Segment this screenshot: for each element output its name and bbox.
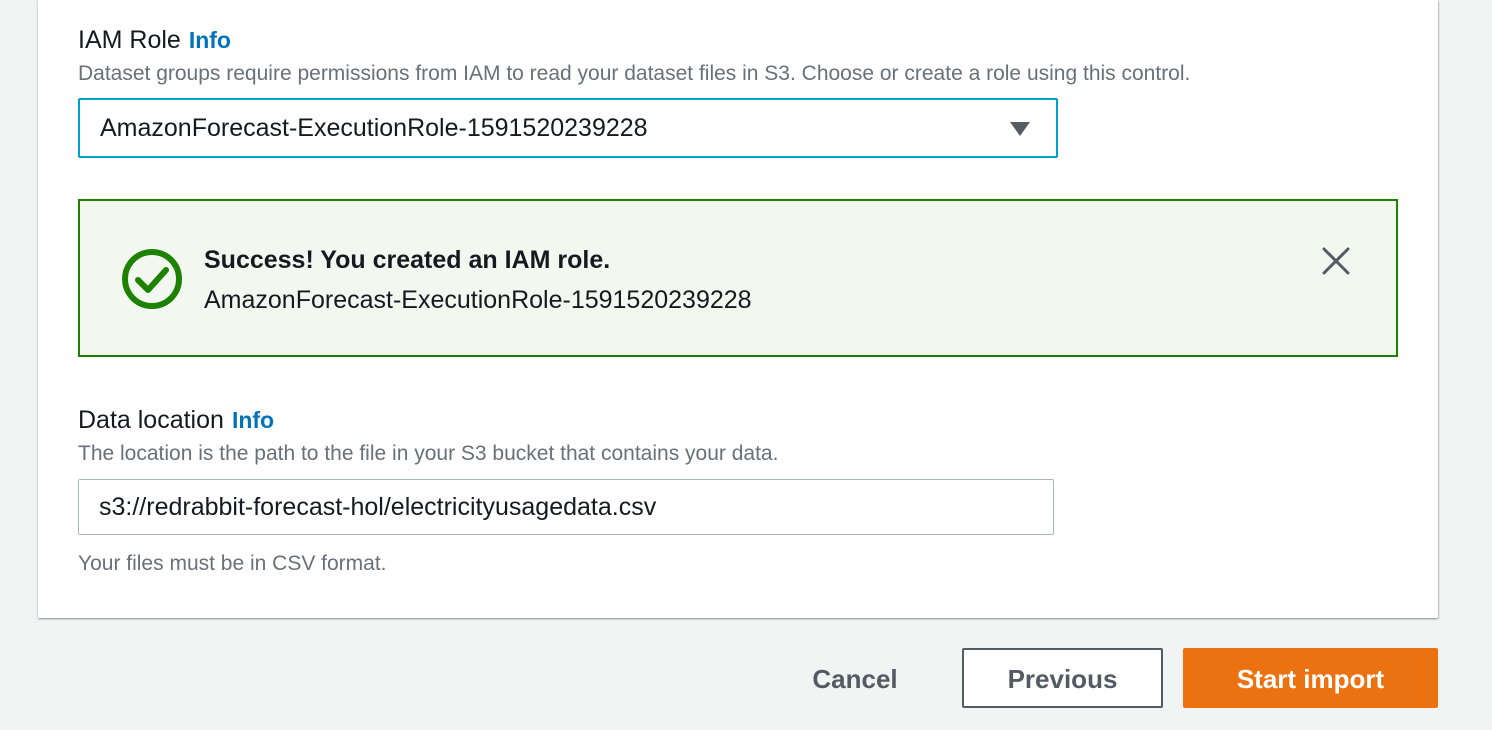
form-panel: IAM Role Info Dataset groups require perm…	[38, 0, 1438, 618]
data-location-input[interactable]	[78, 479, 1054, 535]
caret-down-icon	[1010, 122, 1030, 136]
iam-role-label: IAM Role Info	[78, 25, 231, 55]
iam-role-description: Dataset groups require permissions from …	[78, 62, 1191, 85]
data-location-info-link[interactable]: Info	[232, 407, 274, 433]
start-import-button[interactable]: Start import	[1183, 648, 1438, 708]
check-circle-icon	[122, 249, 182, 309]
close-icon[interactable]	[1320, 245, 1352, 277]
data-location-label-text: Data location	[78, 406, 224, 434]
iam-role-selected-value: AmazonForecast-ExecutionRole-15915202392…	[100, 114, 648, 142]
data-location-hint: Your files must be in CSV format.	[78, 552, 387, 575]
data-location-label: Data location Info	[78, 405, 274, 435]
iam-role-label-text: IAM Role	[78, 26, 181, 54]
success-flash: Success! You created an IAM role. Amazon…	[78, 199, 1398, 357]
previous-button[interactable]: Previous	[962, 648, 1163, 708]
iam-role-select[interactable]: AmazonForecast-ExecutionRole-15915202392…	[78, 98, 1058, 158]
data-location-description: The location is the path to the file in …	[78, 442, 779, 465]
flash-message: AmazonForecast-ExecutionRole-15915202392…	[204, 286, 752, 314]
cancel-button[interactable]: Cancel	[790, 648, 920, 708]
flash-title: Success! You created an IAM role.	[204, 246, 611, 274]
iam-role-info-link[interactable]: Info	[189, 27, 231, 53]
